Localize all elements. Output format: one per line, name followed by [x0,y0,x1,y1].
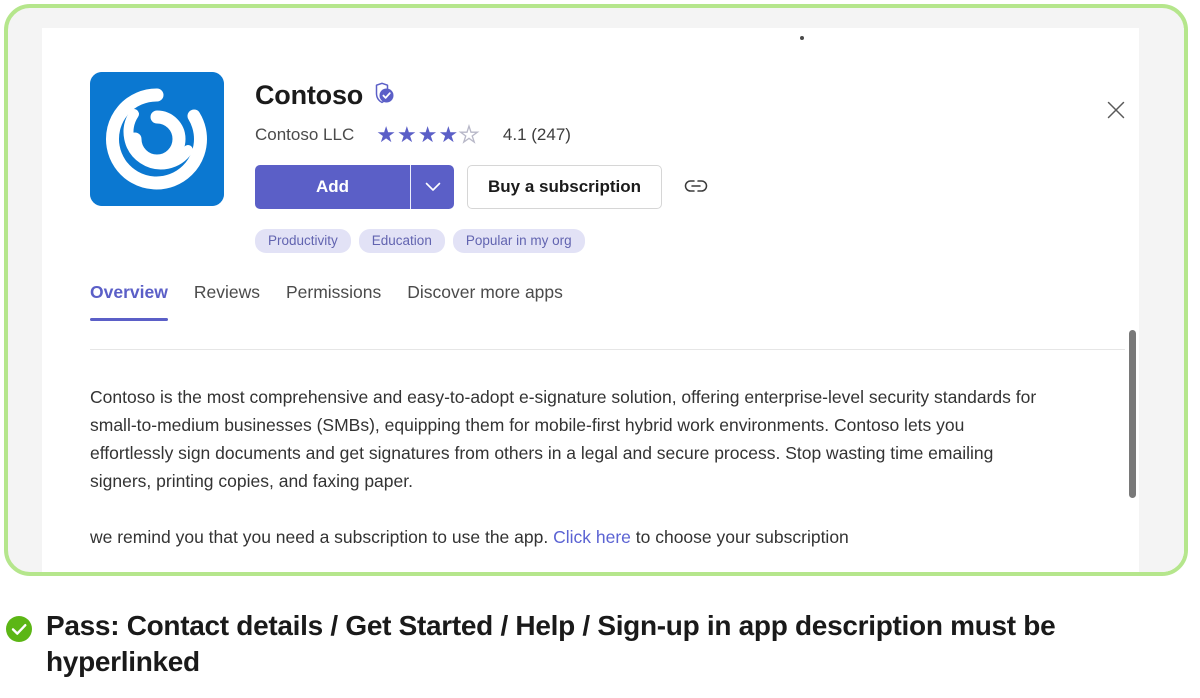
publisher-name: Contoso LLC [255,125,355,144]
star-icon-2: ★ [396,122,417,147]
star-icon-1: ★ [376,122,396,147]
stray-dot [800,36,804,40]
annotation-highlight-frame: Contoso Contoso LLC ★ ★ ★ ★ ★ 4.1 (247) … [4,4,1188,576]
tag-popular-in-my-org[interactable]: Popular in my org [452,229,585,253]
annotation-caption: Pass: Contact details / Get Started / He… [6,608,1180,680]
verified-shield-icon [372,82,394,110]
check-circle-icon [6,616,32,647]
app-meta-row: Contoso LLC ★ ★ ★ ★ ★ 4.1 (247) [255,122,712,147]
app-tags: Productivity Education Popular in my org [255,229,712,253]
tab-permissions[interactable]: Permissions [286,282,381,321]
add-button[interactable]: Add [255,165,410,209]
copy-link-button[interactable] [680,171,712,203]
description-paragraph-1: Contoso is the most comprehensive and ea… [90,387,1037,491]
star-icon-5: ★ [459,122,480,147]
scrollbar-thumb[interactable] [1129,330,1136,498]
close-icon [1107,101,1125,119]
click-here-link[interactable]: Click here [553,527,631,547]
chevron-down-icon [425,180,441,195]
rating-stars: ★ ★ ★ ★ ★ [376,122,480,147]
close-button[interactable] [1100,94,1132,126]
description-paragraph-2: we remind you that you need a subscripti… [90,523,1050,551]
tab-reviews[interactable]: Reviews [194,282,260,321]
page-title: Contoso [255,79,364,110]
app-actions: Add Buy a subscription [255,165,712,209]
tabs-divider [90,349,1125,350]
app-header-text: Contoso Contoso LLC ★ ★ ★ ★ ★ 4.1 (247) … [255,72,712,253]
add-dropdown-button[interactable] [410,165,454,209]
tab-overview[interactable]: Overview [90,282,168,321]
tab-discover-more-apps[interactable]: Discover more apps [407,282,563,321]
screenshot-root: Contoso Contoso LLC ★ ★ ★ ★ ★ 4.1 (247) … [0,0,1200,698]
tag-productivity[interactable]: Productivity [255,229,351,253]
tag-education[interactable]: Education [358,229,445,253]
buy-subscription-button[interactable]: Buy a subscription [467,165,663,209]
app-details-dialog: Contoso Contoso LLC ★ ★ ★ ★ ★ 4.1 (247) … [42,28,1184,572]
star-icon-4: ★ [438,122,459,147]
rating-value: 4.1 (247) [502,125,571,144]
overview-content: Contoso is the most comprehensive and ea… [90,383,1050,551]
subscription-notice-text-tail: to choose your subscription [630,527,849,547]
app-title-row: Contoso [255,80,712,110]
add-split-button: Add [255,165,454,209]
contoso-app-icon [90,72,224,206]
detail-tabs: Overview Reviews Permissions Discover mo… [90,282,563,321]
scrollbar-track[interactable] [1139,28,1184,572]
star-icon-3: ★ [417,122,438,147]
app-header: Contoso Contoso LLC ★ ★ ★ ★ ★ 4.1 (247) … [90,72,712,253]
subscription-notice-text: we remind you that you need a subscripti… [90,527,554,547]
link-icon [684,178,708,197]
annotation-caption-text: Pass: Contact details / Get Started / He… [46,610,1056,677]
